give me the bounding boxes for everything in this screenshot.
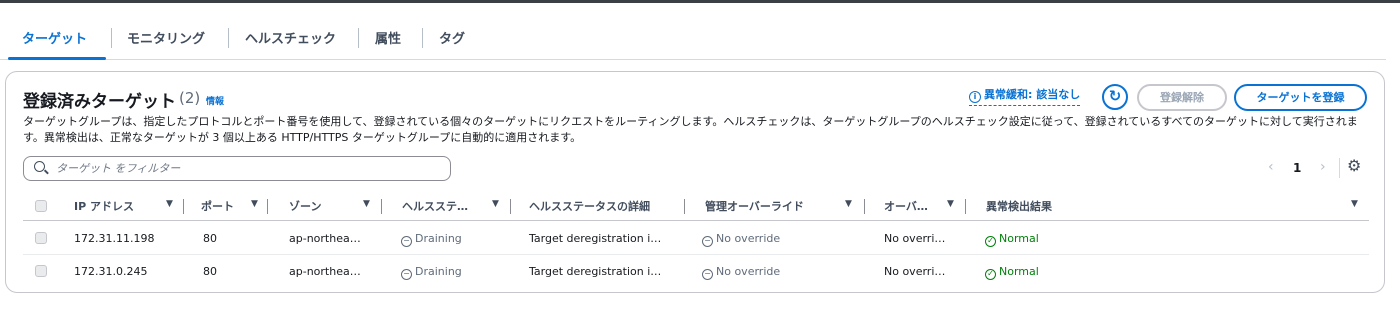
tab-monitoring[interactable]: モニタリング <box>127 28 205 47</box>
previous-page-icon[interactable]: ‹ <box>1268 159 1274 175</box>
cell-ip: 172.31.11.198 <box>74 232 155 245</box>
filter-input[interactable] <box>56 160 436 177</box>
column-divider[interactable] <box>684 199 685 214</box>
top-border <box>0 0 1400 3</box>
tab-bar: ターゲット モニタリング ヘルスチェック 属性 タグ <box>0 22 1386 60</box>
column-divider[interactable] <box>183 199 184 214</box>
select-all-checkbox[interactable] <box>35 200 47 212</box>
column-divider[interactable] <box>267 199 268 214</box>
sort-icon[interactable]: ▼ <box>251 199 258 209</box>
minus-circle-icon: − <box>401 236 412 247</box>
column-divider[interactable] <box>381 199 382 214</box>
cell-health-status: − Draining <box>401 265 462 280</box>
cell-health-detail: Target deregistration i… <box>529 265 662 278</box>
health-status-text: Draining <box>415 232 462 245</box>
cell-health-status: − Draining <box>401 232 462 247</box>
cell-port: 80 <box>203 232 217 245</box>
refresh-icon[interactable]: ↻ <box>1102 84 1128 110</box>
sort-icon[interactable]: ▼ <box>492 199 499 209</box>
cell-admin-override: − No override <box>702 232 780 247</box>
tab-health-check[interactable]: ヘルスチェック <box>245 28 336 47</box>
tab-divider <box>111 28 112 48</box>
panel-description: ターゲットグループは、指定したプロトコルとポート番号を使用して、登録されている個… <box>23 115 1358 144</box>
tab-divider <box>228 28 229 48</box>
current-page-number[interactable]: 1 <box>1293 161 1301 175</box>
minus-circle-icon: − <box>702 269 713 280</box>
minus-circle-icon: − <box>702 236 713 247</box>
tab-attributes[interactable]: 属性 <box>375 28 401 47</box>
admin-override-text: No override <box>716 232 781 245</box>
column-divider[interactable] <box>510 199 511 214</box>
tab-divider <box>422 28 423 48</box>
column-divider[interactable] <box>965 199 966 214</box>
tab-divider <box>358 28 359 48</box>
sort-icon[interactable]: ▼ <box>363 199 370 209</box>
row-checkbox[interactable] <box>35 265 47 277</box>
pagination-divider <box>1339 158 1340 178</box>
check-circle-icon: ✓ <box>985 236 996 247</box>
cell-zone: ap-northea… <box>289 265 361 278</box>
check-circle-icon: ✓ <box>985 269 996 280</box>
sort-icon[interactable]: ▼ <box>845 199 852 209</box>
panel-title: 登録済みターゲット <box>23 92 176 112</box>
health-status-text: Draining <box>415 265 462 278</box>
search-icon <box>34 161 45 172</box>
sort-icon[interactable]: ▼ <box>166 199 173 209</box>
column-override-2[interactable]: オーバ… <box>884 198 928 214</box>
column-divider[interactable] <box>864 199 865 214</box>
register-targets-button[interactable]: ターゲットを登録 <box>1234 84 1367 111</box>
filter-box[interactable] <box>23 156 451 181</box>
column-ip[interactable]: IP アドレス <box>74 198 134 214</box>
registered-targets-panel: 登録済みターゲット (2) 情報 i 異常緩和: 該当なし ↻ 登録解除 ターゲッ… <box>5 71 1385 293</box>
cell-anomaly-result: ✓ Normal <box>985 232 1039 247</box>
admin-override-text: No override <box>716 265 781 278</box>
column-zone[interactable]: ゾーン <box>289 198 321 214</box>
anomaly-result-text: Normal <box>999 265 1039 278</box>
tab-tags[interactable]: タグ <box>439 28 465 47</box>
sort-icon[interactable]: ▼ <box>1351 199 1358 209</box>
cell-anomaly-result: ✓ Normal <box>985 265 1039 280</box>
gear-icon[interactable]: ⚙ <box>1347 156 1361 175</box>
sort-icon[interactable]: ▼ <box>947 199 954 209</box>
target-count: (2) <box>179 89 201 107</box>
deregister-button[interactable]: 登録解除 <box>1137 84 1227 111</box>
anomaly-result-text: Normal <box>999 232 1039 245</box>
active-tab-indicator <box>8 57 106 60</box>
cell-admin-override: − No override <box>702 265 780 280</box>
cell-port: 80 <box>203 265 217 278</box>
cell-ip: 172.31.0.245 <box>74 265 148 278</box>
info-link[interactable]: 情報 <box>206 94 224 107</box>
table-row[interactable]: 172.31.0.245 80 ap-northea… − Draining Ta… <box>23 255 1369 288</box>
cell-health-detail: Target deregistration i… <box>529 232 662 245</box>
anomaly-mitigation-link[interactable]: i 異常緩和: 該当なし <box>969 86 1081 106</box>
row-checkbox[interactable] <box>35 232 47 244</box>
table-header: IP アドレス ▼ ポート ▼ ゾーン ▼ ヘルスステ… ▼ ヘルスステータスの… <box>23 191 1369 221</box>
column-admin-override[interactable]: 管理オーバーライド <box>705 198 804 214</box>
column-anomaly-result[interactable]: 異常検出結果 <box>986 198 1052 214</box>
minus-circle-icon: − <box>401 269 412 280</box>
table-row[interactable]: 172.31.11.198 80 ap-northea… − Draining T… <box>23 222 1369 255</box>
tab-targets[interactable]: ターゲット <box>22 28 87 47</box>
cell-override-2: No overri… <box>884 265 946 278</box>
column-health-status[interactable]: ヘルスステ… <box>402 198 468 214</box>
column-health-detail[interactable]: ヘルスステータスの詳細 <box>529 198 650 214</box>
info-icon: i <box>969 91 981 103</box>
cell-zone: ap-northea… <box>289 232 361 245</box>
cell-override-2: No overri… <box>884 232 946 245</box>
column-port[interactable]: ポート <box>201 198 234 214</box>
anomaly-mitigation-label: 異常緩和: 該当なし <box>984 88 1081 101</box>
next-page-icon[interactable]: › <box>1320 159 1326 175</box>
